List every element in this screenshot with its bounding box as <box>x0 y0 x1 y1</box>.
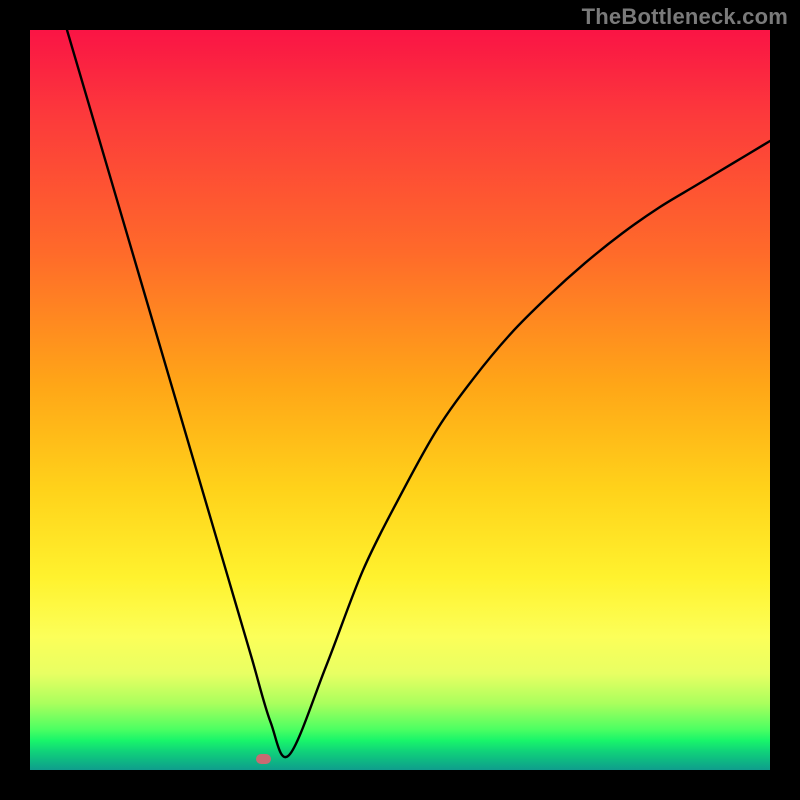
bottleneck-curve <box>67 30 770 757</box>
minimum-marker <box>256 754 271 764</box>
chart-frame: TheBottleneck.com <box>0 0 800 800</box>
plot-area <box>30 30 770 770</box>
curve-layer <box>30 30 770 770</box>
watermark-text: TheBottleneck.com <box>582 4 788 30</box>
